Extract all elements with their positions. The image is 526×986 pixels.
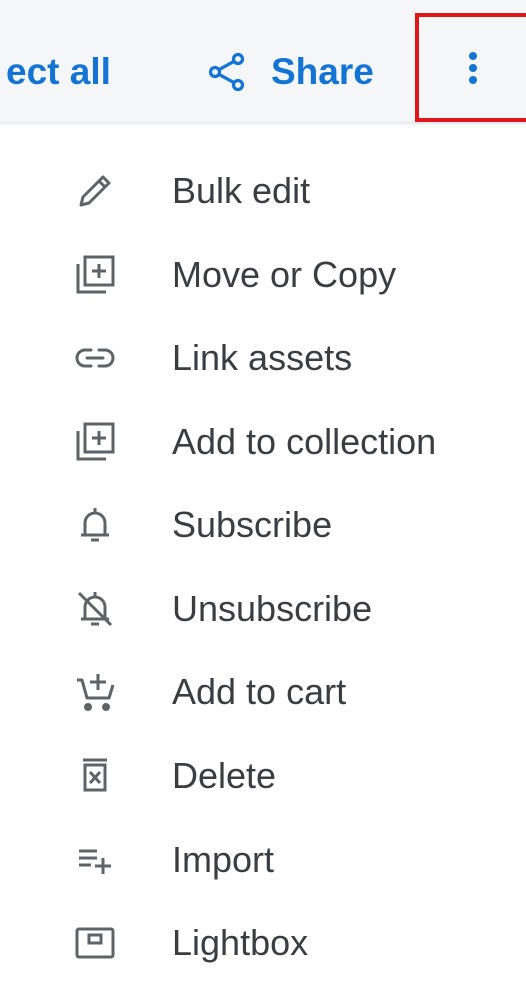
playlist-add-icon [72, 837, 118, 883]
menu-item-label: Add to collection [172, 421, 437, 462]
bell-off-icon [72, 586, 118, 632]
share-label: Share [271, 51, 374, 92]
menu-item-move-or-copy[interactable]: Move or Copy [0, 234, 526, 318]
menu-item-label: Move or Copy [172, 254, 397, 295]
menu-item-label: Link assets [172, 337, 353, 378]
more-vertical-icon [467, 50, 479, 86]
select-all-button[interactable]: ect all [6, 50, 111, 94]
menu-item-lightbox[interactable]: Lightbox [0, 902, 526, 986]
menu-item-delete[interactable]: Delete [0, 735, 526, 819]
menu-item-label: Delete [172, 755, 277, 796]
lightbox-icon [72, 920, 118, 966]
menu-item-add-to-cart[interactable]: Add to cart [0, 651, 526, 735]
menu-item-label: Import [172, 839, 275, 880]
pencil-icon [72, 168, 118, 214]
menu-item-subscribe[interactable]: Subscribe [0, 484, 526, 568]
add-to-cart-icon [72, 669, 118, 715]
menu-item-import[interactable]: Import [0, 819, 526, 903]
bell-icon [72, 502, 118, 548]
share-button[interactable]: Share [207, 46, 374, 98]
menu-item-bulk-edit[interactable]: Bulk edit [0, 150, 526, 234]
menu-item-label: Add to cart [172, 671, 347, 712]
more-options-button[interactable] [415, 13, 526, 122]
menu-item-label: Lightbox [172, 922, 309, 963]
library-add-icon [72, 252, 118, 298]
menu-item-add-to-collection[interactable]: Add to collection [0, 401, 526, 485]
menu-item-link-assets[interactable]: Link assets [0, 317, 526, 401]
menu-item-unsubscribe[interactable]: Unsubscribe [0, 568, 526, 652]
toolbar: ect all Share [0, 0, 526, 125]
menu-item-label: Subscribe [172, 504, 333, 545]
delete-box-icon [72, 753, 118, 799]
menu-item-label: Unsubscribe [172, 588, 373, 629]
menu-item-label: Bulk edit [172, 170, 311, 211]
library-add-icon [72, 419, 118, 465]
share-icon [207, 52, 247, 92]
link-icon [72, 335, 118, 381]
toolbar-shadow [0, 122, 526, 125]
